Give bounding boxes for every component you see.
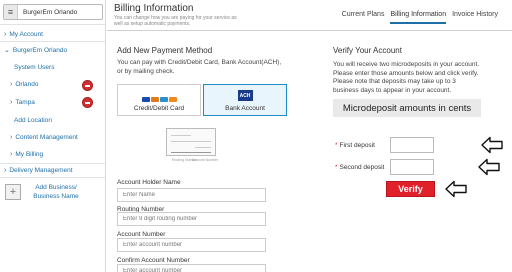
tab-billing-information[interactable]: Billing Information	[390, 11, 447, 24]
check-line	[171, 135, 191, 136]
sidebar-item-tampa[interactable]: › Tampa	[10, 99, 115, 106]
chevron-right-icon: ›	[4, 167, 7, 174]
ach-icon: ACH	[237, 90, 253, 101]
confirm-account-number-input[interactable]	[117, 264, 266, 272]
hamburger-grid-icon[interactable]: ≡	[4, 5, 18, 19]
payment-description: You can pay with Credit/Debit Card, Bank…	[117, 59, 282, 75]
account-caption: Account Number	[192, 158, 219, 162]
first-deposit-input[interactable]	[390, 137, 434, 153]
mastercard-icon	[150, 97, 159, 102]
sidebar-item-label: Add Location	[14, 117, 52, 124]
amex-icon	[159, 97, 168, 102]
check-line	[171, 141, 211, 142]
tab-bar: Current Plans Billing Information Invoic…	[336, 11, 498, 24]
sidebar-item-label: My Account	[9, 31, 43, 38]
visa-icon	[141, 97, 150, 102]
divider	[0, 41, 105, 42]
sidebar-item-my-account[interactable]: › My Account	[4, 31, 109, 38]
divider	[0, 24, 105, 25]
status-badge	[82, 80, 93, 91]
confirm-account-number-label: Confirm Account Number	[117, 257, 190, 264]
left-arrow-icon	[478, 158, 500, 176]
check-micr-line	[171, 152, 211, 153]
sidebar: ≡ › My Account ⌄ BurgerEm Orlando System…	[0, 0, 106, 272]
required-mark: *	[335, 164, 338, 171]
page-header: Billing Information You can change how y…	[107, 0, 512, 31]
business-search[interactable]: ≡	[3, 4, 103, 20]
sidebar-item-orlando[interactable]: › Orlando	[10, 81, 115, 88]
chevron-right-icon: ›	[10, 81, 13, 88]
sidebar-item-add-location[interactable]: Add Location	[14, 117, 119, 124]
sidebar-item-label: My Billing	[15, 151, 44, 158]
chevron-right-icon: ›	[10, 134, 13, 141]
page-title: Billing Information	[114, 3, 194, 14]
first-deposit-text: First deposit	[339, 142, 375, 149]
sidebar-item-content-management[interactable]: › Content Management	[10, 134, 115, 141]
chevron-right-icon: ›	[4, 31, 7, 38]
chevron-right-icon: ›	[10, 99, 13, 106]
second-deposit-label: * Second deposit	[335, 164, 384, 171]
sidebar-item-label: Orlando	[15, 81, 39, 88]
credit-card-icons	[141, 97, 177, 102]
left-arrow-icon	[445, 180, 467, 198]
divider	[0, 163, 105, 164]
bank-account-label: Bank Account	[225, 105, 265, 112]
page-subtitle: You can change how you are paying for yo…	[114, 15, 237, 27]
sidebar-item-label: Tampa	[15, 99, 35, 106]
sidebar-item-my-billing[interactable]: › My Billing	[10, 151, 115, 158]
account-holder-input[interactable]	[117, 188, 266, 202]
business-search-input[interactable]	[18, 8, 100, 16]
sidebar-item-business[interactable]: ⌄ BurgerEm Orlando	[4, 46, 109, 55]
sidebar-item-system-users[interactable]: System Users	[14, 64, 119, 71]
sidebar-item-label: Content Management	[15, 134, 78, 141]
verify-button[interactable]: Verify	[386, 181, 435, 197]
verify-description: You will receive two microdeposits in yo…	[333, 61, 480, 94]
sidebar-item-label: System Users	[14, 64, 55, 71]
routing-number-input[interactable]	[117, 212, 266, 226]
sidebar-item-delivery-management[interactable]: › Delivery Management	[4, 167, 109, 174]
verify-section-title: Verify Your Account	[333, 46, 402, 55]
credit-card-label: Credit/Debit Card	[133, 105, 185, 112]
required-mark: *	[335, 142, 338, 149]
tab-current-plans[interactable]: Current Plans	[342, 11, 385, 24]
microdeposit-heading: Microdeposit amounts in cents	[333, 99, 481, 117]
check-line	[195, 147, 211, 148]
sidebar-item-label: BurgerEm Orlando	[12, 46, 68, 54]
add-business[interactable]: + Add Business/ Business Name	[5, 183, 81, 201]
second-deposit-input[interactable]	[390, 159, 434, 175]
tab-invoice-history[interactable]: Invoice History	[452, 11, 498, 24]
status-badge	[82, 97, 93, 108]
first-deposit-label: * First deposit	[335, 142, 375, 149]
chevron-right-icon: ›	[10, 151, 13, 158]
add-business-label[interactable]: Add Business/ Business Name	[31, 183, 81, 201]
account-holder-label: Account Holder Name	[117, 179, 181, 186]
chevron-down-icon: ⌄	[4, 47, 10, 54]
bank-account-option[interactable]: ACH Bank Account	[203, 84, 287, 116]
payment-section-title: Add New Payment Method	[117, 46, 213, 55]
second-deposit-text: Second deposit	[339, 164, 385, 171]
account-number-label: Account Number	[117, 231, 166, 238]
account-number-input[interactable]	[117, 238, 266, 252]
sidebar-item-label: Delivery Management	[9, 167, 73, 174]
plus-icon[interactable]: +	[5, 184, 21, 200]
discover-icon	[168, 97, 177, 102]
left-arrow-icon	[481, 136, 503, 154]
divider	[0, 177, 105, 178]
check-diagram	[166, 128, 216, 156]
credit-card-option[interactable]: Credit/Debit Card	[117, 84, 201, 116]
